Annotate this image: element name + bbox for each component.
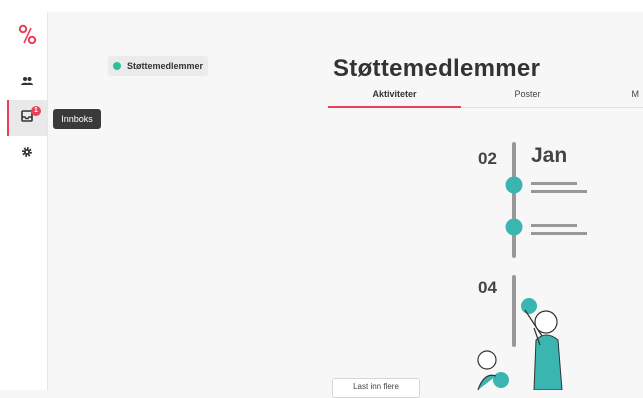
tab-label: Poster bbox=[514, 89, 541, 99]
top-strip bbox=[0, 0, 643, 12]
illustration-day-2: 04 bbox=[478, 278, 497, 297]
page-title: Støttemedlemmer bbox=[333, 55, 541, 82]
inbox-badge: 1 bbox=[31, 106, 41, 116]
app-logo[interactable] bbox=[16, 24, 38, 48]
tab-label: Aktiviteter bbox=[372, 89, 417, 99]
people-icon bbox=[21, 73, 33, 91]
illustration-day-1: 02 bbox=[478, 149, 497, 168]
tab-bar: Aktiviteter Poster M bbox=[328, 86, 643, 108]
tab-aktiviteter[interactable]: Aktiviteter bbox=[328, 86, 461, 108]
gear-icon bbox=[21, 145, 33, 163]
timeline-illustration: 02 Jan 04 bbox=[470, 140, 643, 391]
tab-label: M bbox=[631, 89, 640, 99]
inbox-tooltip: Innboks bbox=[53, 109, 101, 129]
sidebar-item-inbox[interactable]: 1 bbox=[7, 100, 47, 136]
load-more-button[interactable]: Last inn flere bbox=[332, 378, 420, 398]
illustration-month: Jan bbox=[531, 144, 567, 167]
sidebar-item-settings[interactable] bbox=[7, 136, 47, 172]
tab-more[interactable]: M bbox=[594, 86, 643, 108]
group-chip[interactable]: Støttemedlemmer bbox=[108, 56, 208, 76]
group-chip-label: Støttemedlemmer bbox=[127, 61, 204, 71]
tab-poster[interactable]: Poster bbox=[461, 86, 594, 108]
sidebar-item-members[interactable] bbox=[7, 64, 47, 100]
status-dot bbox=[113, 62, 121, 70]
active-tab-indicator bbox=[328, 106, 461, 108]
sidebar: 1 bbox=[0, 12, 48, 390]
